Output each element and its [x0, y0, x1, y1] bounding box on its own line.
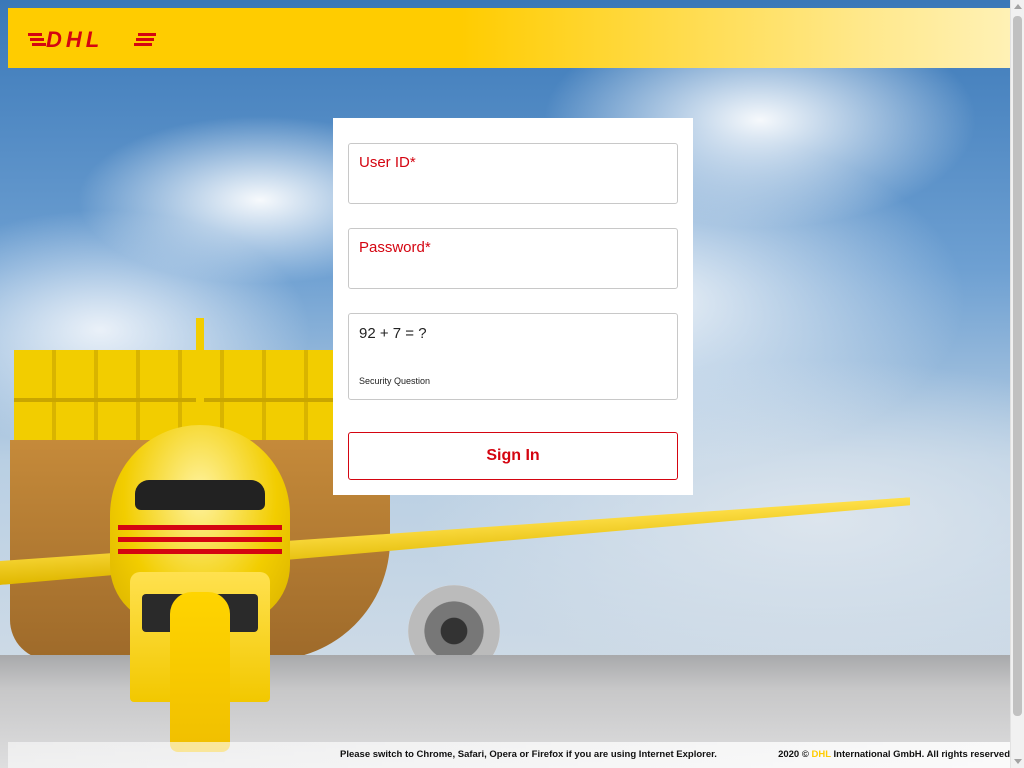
user-id-label: User ID*	[359, 154, 416, 171]
copyright-suffix: International GmbH. All rights reserved	[833, 749, 1011, 760]
airplane-cockpit	[135, 480, 265, 510]
courier-figure	[170, 592, 230, 752]
password-label: Password*	[359, 239, 431, 256]
scrollbar-thumb[interactable]	[1013, 16, 1022, 716]
airplane-stripe	[118, 537, 282, 542]
security-question-hint: Security Question	[359, 376, 431, 386]
dhl-logo-icon[interactable]: DHL	[28, 22, 156, 54]
security-question-text: 92 + 7 = ?	[359, 325, 427, 342]
password-input[interactable]	[359, 260, 667, 282]
airplane-tail	[196, 318, 204, 428]
login-card: User ID* Password* 92 + 7 = ? Security Q…	[333, 118, 693, 495]
logo-wordmark: DHL	[46, 27, 103, 52]
password-field[interactable]: Password*	[348, 228, 678, 289]
security-answer-input[interactable]	[359, 348, 667, 369]
browser-notice: Please switch to Chrome, Safari, Opera o…	[340, 749, 717, 760]
copyright-prefix: 2020 ©	[778, 749, 809, 760]
scroll-down-icon[interactable]	[1014, 759, 1022, 764]
copyright-brand: DHL	[811, 749, 831, 760]
user-id-input[interactable]	[359, 175, 667, 197]
page-scrollbar[interactable]	[1010, 0, 1024, 768]
sign-in-button[interactable]: Sign In	[348, 432, 678, 480]
security-question-field[interactable]: 92 + 7 = ? Security Question	[348, 313, 678, 400]
footer-bar: Please switch to Chrome, Safari, Opera o…	[8, 742, 1010, 768]
top-header-bar: DHL	[8, 8, 1010, 68]
copyright-text: 2020 © DHL International GmbH. All right…	[778, 749, 1010, 760]
user-id-field[interactable]: User ID*	[348, 143, 678, 204]
airplane-stripe	[118, 525, 282, 530]
airplane-stripe	[118, 549, 282, 554]
scroll-up-icon[interactable]	[1014, 4, 1022, 9]
